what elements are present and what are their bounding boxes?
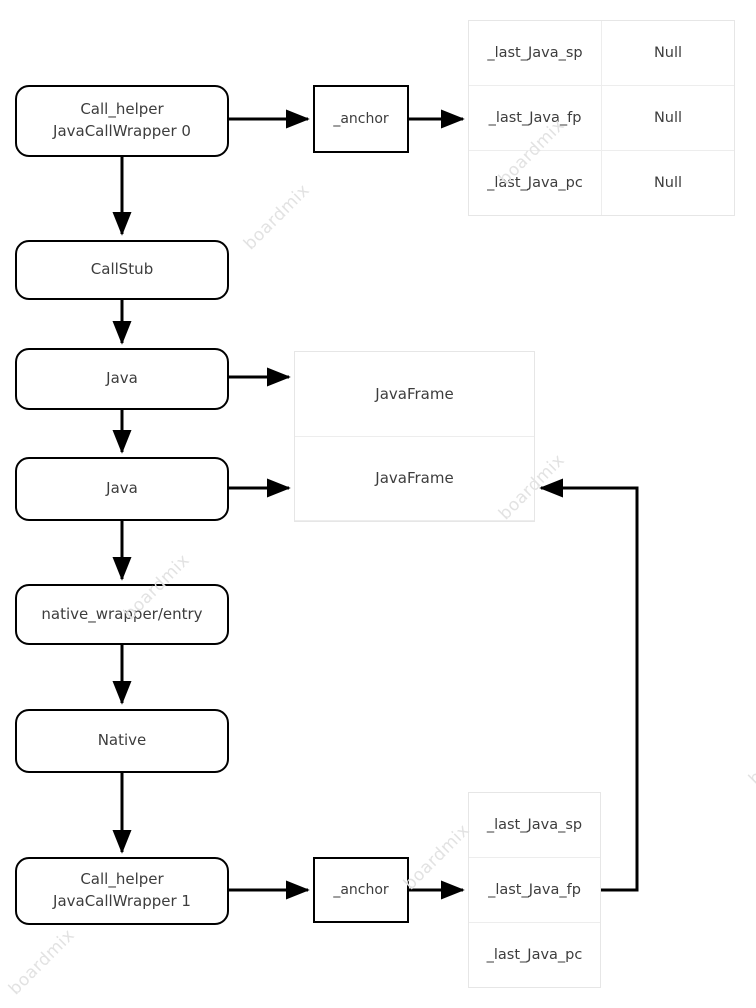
node-java-2-label: Java (106, 479, 138, 498)
node-native-label: Native (97, 731, 147, 750)
node-call-helper-1[interactable]: Call_helper JavaCallWrapper 1 (15, 857, 229, 925)
table-row: JavaFrame (295, 352, 534, 437)
table-row: _last_Java_sp (469, 793, 600, 858)
cell-last-java-sp-value: Null (653, 45, 683, 61)
node-call-helper-0-line1: Call_helper (80, 100, 164, 119)
node-anchor-bottom-label: _anchor (333, 882, 389, 898)
table-row: _last_Java_pc (469, 923, 600, 987)
table-row: _last_Java_fp (469, 858, 600, 923)
watermark-5: boardmix (5, 925, 79, 1000)
node-java-2[interactable]: Java (15, 457, 229, 521)
cell-last-java-fp-value: Null (653, 110, 683, 126)
cell-last-java-pc-value: Null (653, 175, 683, 191)
cell-java-frame-1: JavaFrame (375, 384, 454, 403)
diagram-canvas: Call_helper JavaCallWrapper 0 CallStub J… (0, 0, 756, 1008)
node-anchor-top[interactable]: _anchor (313, 85, 409, 153)
watermark-6: boardmix (745, 715, 756, 790)
node-anchor-top-label: _anchor (333, 111, 389, 127)
node-call-helper-1-line2: JavaCallWrapper 1 (53, 892, 191, 910)
table-row: _last_Java_sp Null (469, 21, 734, 86)
node-call-helper-0-line2: JavaCallWrapper 0 (53, 122, 191, 140)
cell-last-java-sp-label: _last_Java_sp (469, 21, 602, 85)
node-anchor-bottom[interactable]: _anchor (313, 857, 409, 923)
node-call-stub[interactable]: CallStub (15, 240, 229, 300)
node-call-helper-1-line1: Call_helper (80, 870, 164, 889)
node-java-1-label: Java (106, 369, 138, 388)
node-call-stub-label: CallStub (90, 260, 154, 279)
cell-bottom-last-java-pc: _last_Java_pc (486, 947, 583, 963)
node-native[interactable]: Native (15, 709, 229, 773)
table-anchor-bottom-fields: _last_Java_sp _last_Java_fp _last_Java_p… (468, 792, 601, 988)
table-row: _last_Java_fp Null (469, 86, 734, 151)
watermark-0: boardmix (240, 180, 314, 255)
node-java-1[interactable]: Java (15, 348, 229, 410)
node-native-wrapper-entry[interactable]: native_wrapper/entry (15, 584, 229, 645)
cell-bottom-last-java-sp: _last_Java_sp (486, 817, 583, 833)
table-java-frames: JavaFrame JavaFrame (294, 351, 535, 522)
cell-bottom-last-java-fp: _last_Java_fp (488, 882, 581, 898)
watermark-4: boardmix (400, 820, 474, 895)
node-call-helper-0[interactable]: Call_helper JavaCallWrapper 0 (15, 85, 229, 157)
